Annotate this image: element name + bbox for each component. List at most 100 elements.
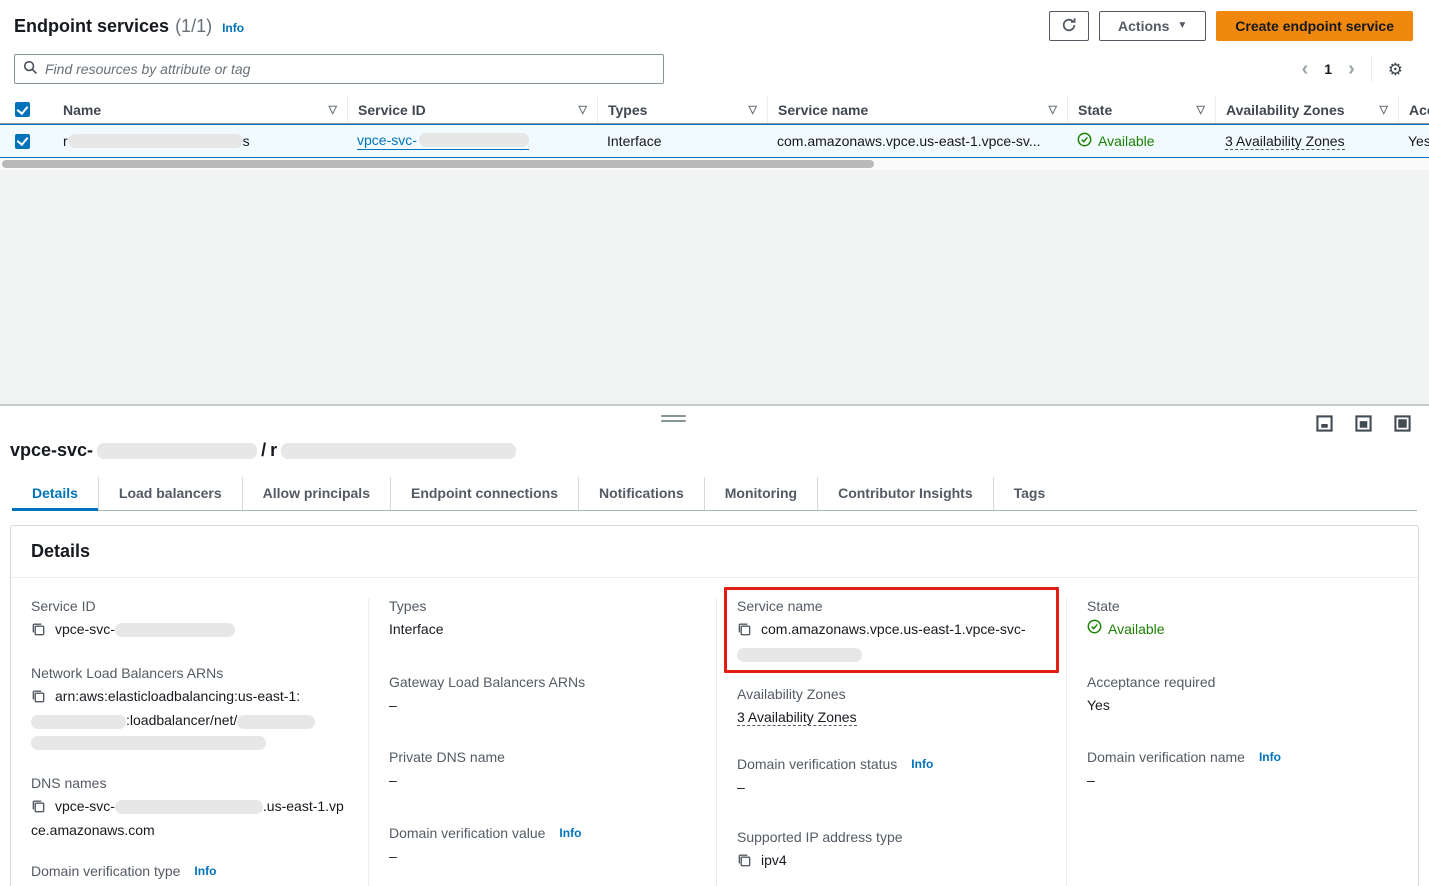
redacted-text (97, 443, 257, 459)
supported-ip-value: ipv4 (761, 852, 787, 868)
split-panel-drag-handle[interactable] (661, 415, 686, 425)
tab-details[interactable]: Details (12, 477, 98, 510)
redacted-text (115, 800, 263, 814)
table-header-row: Name ▽ Service ID ▽ Types ▽ Service name… (0, 96, 1429, 124)
column-header-types[interactable]: Types (608, 102, 647, 118)
copy-icon[interactable] (31, 689, 46, 711)
page-title: Endpoint services (14, 16, 169, 37)
horizontal-scrollbar[interactable] (0, 158, 1429, 170)
field-acceptance-required: Acceptance required Yes (1087, 674, 1398, 717)
pagination-page-number[interactable]: 1 (1324, 61, 1332, 77)
panel-size-large-icon[interactable] (1391, 412, 1413, 434)
tab-allow-principals[interactable]: Allow principals (242, 477, 390, 510)
field-label: Private DNS name (389, 749, 505, 765)
availability-zones-trigger[interactable]: 3 Availability Zones (737, 709, 857, 726)
row-state-label: Available (1098, 133, 1155, 149)
filter-icon[interactable]: ▽ (329, 103, 337, 116)
table-settings-gear-icon[interactable]: ⚙ (1388, 61, 1403, 78)
filter-icon[interactable]: ▽ (1380, 103, 1388, 116)
row-checkbox[interactable] (15, 134, 30, 149)
field-private-dns-name: Private DNS name – (389, 749, 696, 792)
table-row[interactable]: rs vpce-svc- Interface com.amazonaws.vpc… (0, 124, 1429, 158)
field-domain-verification-type: Domain verification type Info – (31, 863, 348, 886)
title-info-link[interactable]: Info (222, 21, 244, 35)
state-value: Available (1108, 619, 1165, 641)
copy-icon[interactable] (737, 853, 752, 875)
info-link[interactable]: Info (194, 864, 216, 878)
horizontal-scrollbar-thumb[interactable] (2, 160, 874, 168)
private-dns-name-value: – (389, 770, 696, 792)
field-dns-names: DNS names vpce-svc-.us-east-1.vpce.amazo… (31, 775, 348, 842)
filter-icon[interactable]: ▽ (579, 103, 587, 116)
redacted-text (31, 736, 266, 750)
service-id-value-prefix: vpce-svc- (55, 621, 115, 637)
column-header-state[interactable]: State (1078, 102, 1112, 118)
tab-tags[interactable]: Tags (993, 477, 1066, 510)
actions-button-label: Actions (1118, 18, 1169, 34)
content-background (0, 170, 1429, 404)
glb-arns-value: – (389, 695, 696, 717)
redacted-text (68, 134, 243, 148)
details-card: Details Service ID vpce-svc- Network Loa… (10, 525, 1419, 886)
search-box[interactable] (14, 54, 664, 84)
copy-icon[interactable] (31, 799, 46, 821)
row-types: Interface (607, 133, 661, 149)
filter-icon[interactable]: ▽ (1197, 103, 1205, 116)
copy-icon[interactable] (31, 622, 46, 644)
row-service-name: com.amazonaws.vpce.us-east-1.vpce-sv... (777, 133, 1041, 149)
column-header-name[interactable]: Name (63, 102, 101, 118)
domain-verification-name-value: – (1087, 770, 1398, 792)
info-link[interactable]: Info (1259, 750, 1281, 764)
filter-icon[interactable]: ▽ (1049, 103, 1057, 116)
row-service-id-prefix: vpce-svc- (357, 132, 417, 149)
tab-contributor-insights[interactable]: Contributor Insights (817, 477, 993, 510)
info-link[interactable]: Info (559, 826, 581, 840)
panel-tabs: Details Load balancers Allow principals … (12, 477, 1417, 511)
domain-verification-status-value: – (737, 777, 1046, 799)
column-header-service-id[interactable]: Service ID (358, 102, 426, 118)
create-endpoint-service-label: Create endpoint service (1235, 18, 1394, 34)
panel-title-name-prefix: r (270, 440, 277, 461)
filter-icon[interactable]: ▽ (749, 103, 757, 116)
field-glb-arns: Gateway Load Balancers ARNs – (389, 674, 696, 717)
caret-down-icon: ▼ (1177, 21, 1187, 31)
field-state: State Available (1087, 598, 1398, 641)
panel-size-small-icon[interactable] (1313, 412, 1335, 434)
panel-size-medium-icon[interactable] (1352, 412, 1374, 434)
column-header-availability-zones[interactable]: Availability Zones (1226, 102, 1345, 118)
panel-title-prefix: vpce-svc- (10, 440, 93, 461)
tab-notifications[interactable]: Notifications (578, 477, 704, 510)
tab-load-balancers[interactable]: Load balancers (98, 477, 242, 510)
tab-endpoint-connections[interactable]: Endpoint connections (390, 477, 578, 510)
refresh-button[interactable] (1049, 11, 1089, 41)
row-service-id-link[interactable]: vpce-svc- (357, 132, 529, 150)
pagination-next-icon[interactable]: › (1348, 59, 1355, 79)
endpoint-services-table: Name ▽ Service ID ▽ Types ▽ Service name… (0, 96, 1429, 170)
create-endpoint-service-button[interactable]: Create endpoint service (1216, 11, 1413, 41)
panel-title: vpce-svc- / r (10, 440, 1417, 461)
details-column-1: Service ID vpce-svc- Network Load Balanc… (11, 598, 368, 886)
field-domain-verification-status: Domain verification status Info – (737, 756, 1046, 799)
field-label: State (1087, 598, 1120, 614)
row-name-cell: rs (45, 125, 347, 157)
column-header-acceptance-required[interactable]: Acceptance required (1409, 102, 1429, 118)
nlb-arn-part2: :loadbalancer/net/ (126, 712, 237, 728)
check-circle-icon (1077, 132, 1092, 150)
field-nlb-arns: Network Load Balancers ARNs arn:aws:elas… (31, 665, 348, 754)
row-state-badge: Available (1077, 132, 1155, 150)
check-circle-icon (1087, 619, 1102, 641)
select-all-checkbox[interactable] (15, 102, 30, 117)
pagination-prev-icon[interactable]: ‹ (1302, 59, 1309, 79)
state-badge: Available (1087, 619, 1165, 641)
tab-monitoring[interactable]: Monitoring (704, 477, 817, 510)
field-label: DNS names (31, 775, 106, 791)
info-link[interactable]: Info (911, 757, 933, 771)
actions-button[interactable]: Actions ▼ (1099, 11, 1206, 41)
row-availability-zones-trigger[interactable]: 3 Availability Zones (1225, 133, 1345, 150)
details-column-2: Types Interface Gateway Load Balancers A… (368, 598, 716, 886)
copy-icon[interactable] (737, 622, 752, 644)
field-label: Types (389, 598, 426, 614)
row-acceptance-required: Yes (1408, 133, 1429, 149)
column-header-service-name[interactable]: Service name (778, 102, 868, 118)
search-input[interactable] (45, 61, 655, 77)
